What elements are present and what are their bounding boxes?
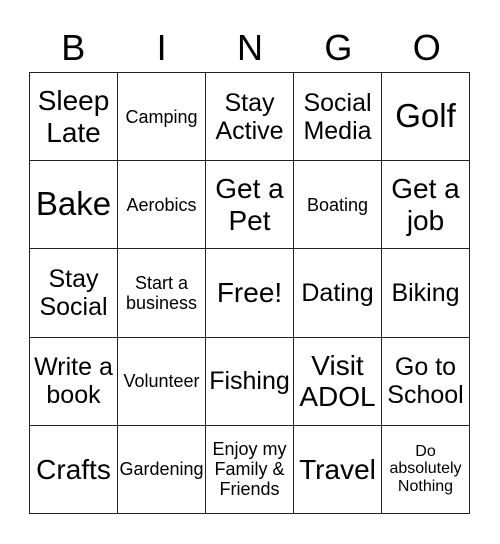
- bingo-cell: Golf: [382, 73, 470, 162]
- bingo-cell: Travel: [294, 425, 382, 514]
- bingo-cell: Volunteer: [118, 337, 206, 426]
- bingo-cell: Crafts: [30, 425, 118, 514]
- bingo-cell: Sleep Late: [30, 73, 118, 162]
- bingo-cell: Get a Pet: [206, 161, 294, 250]
- bingo-cell: Gardening: [118, 425, 206, 514]
- bingo-grid: Sleep Late Camping Stay Active Social Me…: [29, 72, 470, 514]
- bingo-cell: Biking: [382, 249, 470, 338]
- header-letter-o: O: [412, 27, 441, 68]
- bingo-cell: Visit ADOL: [294, 337, 382, 426]
- bingo-cell: Start a business: [118, 249, 206, 338]
- bingo-cell: Write a book: [30, 337, 118, 426]
- bingo-header: B I N G O: [29, 24, 471, 72]
- bingo-cell: Boating: [294, 161, 382, 250]
- bingo-cell: Stay Active: [206, 73, 294, 162]
- bingo-cell: Social Media: [294, 73, 382, 162]
- bingo-cell: Bake: [30, 161, 118, 250]
- bingo-cell: Go to School: [382, 337, 470, 426]
- bingo-cell: Fishing: [206, 337, 294, 426]
- header-letter-g: G: [324, 27, 353, 68]
- header-letter-b: B: [61, 27, 86, 68]
- header-letter-n: N: [236, 27, 263, 68]
- header-letter-i: I: [156, 27, 167, 68]
- bingo-cell: Stay Social: [30, 249, 118, 338]
- bingo-cell: Aerobics: [118, 161, 206, 250]
- bingo-cell: Get a job: [382, 161, 470, 250]
- free-space-cell: Free!: [206, 249, 294, 338]
- bingo-cell: Camping: [118, 73, 206, 162]
- bingo-cell: Dating: [294, 249, 382, 338]
- bingo-cell: Enjoy my Family & Friends: [206, 425, 294, 514]
- bingo-cell: Do absolutely Nothing: [382, 425, 470, 514]
